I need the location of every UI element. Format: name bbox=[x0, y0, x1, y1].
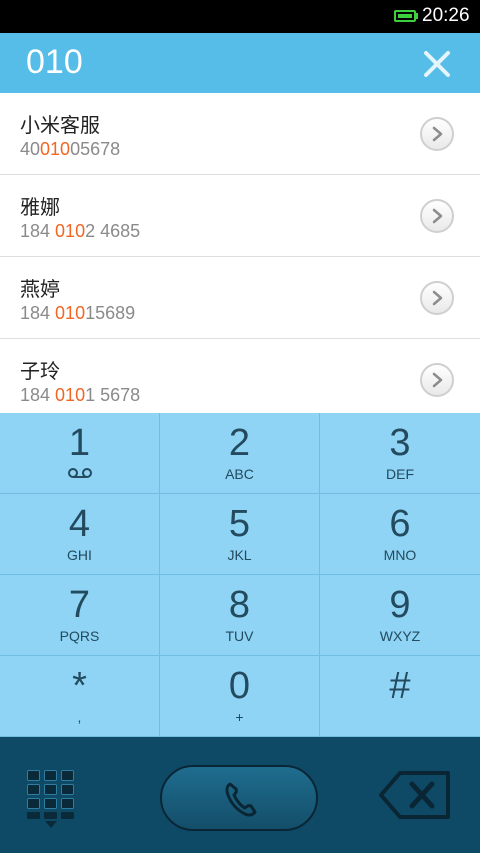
contact-detail-button[interactable] bbox=[420, 199, 454, 233]
dial-keypad: 1 2 ABC 3 DEF 4 GHI 5 JKL 6 MNO 7 PQRS 8 TUV 9 WXYZ *, 0 + # bbox=[0, 413, 480, 737]
chevron-right-icon bbox=[432, 290, 443, 306]
contact-detail-button[interactable] bbox=[420, 117, 454, 151]
key-hash[interactable]: # bbox=[320, 656, 480, 737]
key-digit: 4 bbox=[68, 503, 91, 545]
key-digit: 2 bbox=[228, 422, 251, 464]
number-match-highlight: 010 bbox=[55, 303, 86, 323]
key-9[interactable]: 9 WXYZ bbox=[320, 575, 480, 656]
dialpad-toggle-button[interactable] bbox=[26, 769, 78, 829]
key-digit: * bbox=[72, 665, 87, 707]
key-letters: WXYZ bbox=[379, 628, 421, 644]
chevron-right-icon bbox=[432, 126, 443, 142]
key-letters: MNO bbox=[383, 547, 417, 563]
key-digit: # bbox=[389, 665, 411, 707]
number-match-highlight: 010 bbox=[55, 221, 86, 241]
key-2[interactable]: 2 ABC bbox=[160, 413, 320, 494]
contact-result-row[interactable]: 雅娜 184 0102 4685 bbox=[0, 175, 480, 257]
contact-number: 184 0101 5678 bbox=[20, 385, 141, 405]
status-time: 20:26 bbox=[422, 5, 470, 26]
number-match-highlight: 010 bbox=[55, 385, 86, 405]
backspace-button[interactable] bbox=[378, 769, 452, 821]
call-button[interactable] bbox=[160, 765, 318, 831]
key-star[interactable]: *, bbox=[0, 656, 160, 737]
dialed-number-input[interactable]: 010 bbox=[26, 43, 83, 82]
contact-result-row[interactable]: 燕婷 184 01015689 bbox=[0, 257, 480, 339]
chevron-right-icon bbox=[432, 208, 443, 224]
clear-button[interactable] bbox=[418, 45, 456, 83]
action-bar bbox=[0, 737, 480, 853]
contact-detail-button[interactable] bbox=[420, 363, 454, 397]
key-digit: 6 bbox=[389, 503, 411, 545]
key-8[interactable]: 8 TUV bbox=[160, 575, 320, 656]
key-0[interactable]: 0 + bbox=[160, 656, 320, 737]
key-5[interactable]: 5 JKL bbox=[160, 494, 320, 575]
key-letters: TUV bbox=[225, 628, 254, 644]
phone-icon bbox=[225, 782, 257, 817]
search-header: 010 bbox=[0, 33, 480, 93]
key-1[interactable]: 1 bbox=[0, 413, 160, 494]
key-digit: 9 bbox=[389, 584, 411, 626]
key-6[interactable]: 6 MNO bbox=[320, 494, 480, 575]
key-digit: 5 bbox=[228, 503, 251, 545]
key-letters: GHI bbox=[67, 547, 92, 563]
key-letters: ABC bbox=[225, 466, 254, 482]
contact-name: 小米客服 bbox=[20, 113, 100, 137]
contact-detail-button[interactable] bbox=[420, 281, 454, 315]
dialpad-grid-icon bbox=[27, 770, 74, 828]
number-match-highlight: 010 bbox=[40, 139, 71, 159]
backspace-icon bbox=[379, 771, 450, 819]
key-letters: , bbox=[77, 709, 82, 725]
key-letters: PQRS bbox=[59, 628, 100, 644]
contact-number: 184 0102 4685 bbox=[20, 221, 141, 241]
chevron-right-icon bbox=[432, 372, 443, 388]
key-letters: JKL bbox=[227, 547, 252, 563]
contact-results-list: 小米客服 4001005678 雅娜 184 0102 4685 燕婷 184 01015… bbox=[0, 93, 480, 413]
key-letters: + bbox=[235, 709, 244, 725]
key-digit: 0 bbox=[228, 665, 251, 707]
battery-icon bbox=[394, 10, 416, 22]
contact-name: 燕婷 bbox=[20, 277, 60, 301]
close-icon bbox=[424, 51, 450, 77]
key-7[interactable]: 7 PQRS bbox=[0, 575, 160, 656]
voicemail-icon bbox=[68, 468, 92, 478]
key-digit: 3 bbox=[389, 422, 411, 464]
contact-name: 雅娜 bbox=[20, 195, 60, 219]
contact-result-row[interactable]: 子玲 184 0101 5678 bbox=[0, 339, 480, 413]
key-digit: 1 bbox=[68, 422, 91, 464]
key-digit: 8 bbox=[228, 584, 251, 626]
key-3[interactable]: 3 DEF bbox=[320, 413, 480, 494]
key-letters: DEF bbox=[386, 466, 414, 482]
contact-name: 子玲 bbox=[20, 359, 60, 383]
contact-number: 4001005678 bbox=[20, 139, 121, 159]
key-digit: 7 bbox=[68, 584, 91, 626]
contact-number: 184 01015689 bbox=[20, 303, 136, 323]
key-4[interactable]: 4 GHI bbox=[0, 494, 160, 575]
contact-result-row[interactable]: 小米客服 4001005678 bbox=[0, 93, 480, 175]
status-bar: 20:26 bbox=[0, 0, 480, 33]
